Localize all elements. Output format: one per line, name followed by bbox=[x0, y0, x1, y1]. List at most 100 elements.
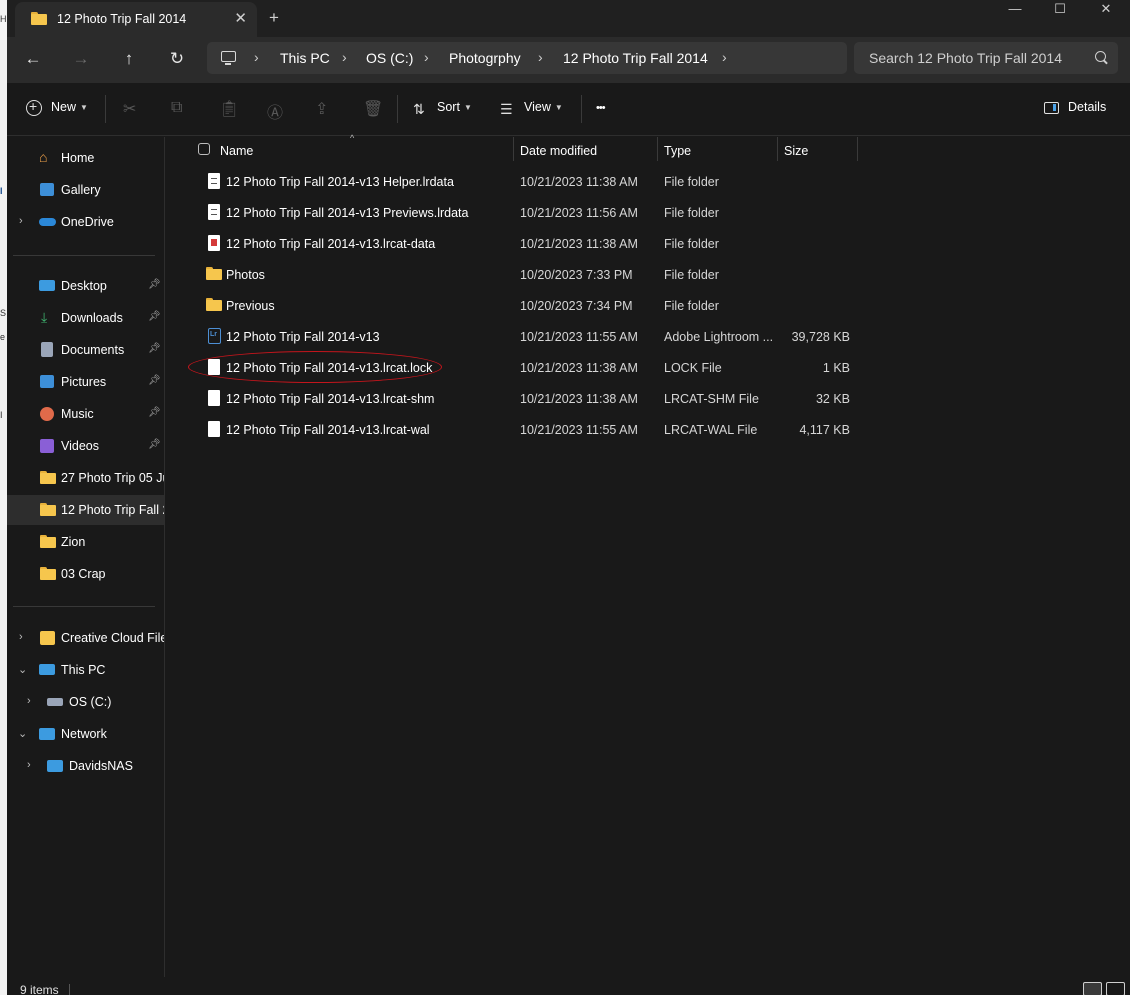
sidebar-item-nas[interactable]: › DavidsNAS bbox=[7, 751, 164, 781]
pin-icon[interactable]: 📌︎ bbox=[148, 343, 161, 354]
chevron-right-icon[interactable]: › bbox=[538, 49, 543, 65]
file-row[interactable]: 12 Photo Trip Fall 2014-v13 Helper.lrdat… bbox=[190, 166, 855, 197]
file-row[interactable]: Lr 12 Photo Trip Fall 2014-v13 10/21/202… bbox=[190, 321, 855, 352]
sidebar-item-current-folder[interactable]: 12 Photo Trip Fall 20 bbox=[7, 495, 164, 525]
view-button[interactable]: View ▼ bbox=[524, 100, 563, 114]
cut-icon[interactable]: ✂ bbox=[123, 99, 136, 119]
column-divider[interactable] bbox=[513, 137, 514, 161]
sort-button[interactable]: Sort ▼ bbox=[437, 100, 472, 114]
sort-icon: ⇅ bbox=[413, 101, 425, 117]
column-divider[interactable] bbox=[657, 137, 658, 161]
sidebar-item-downloads[interactable]: ⤓ Downloads 📌︎ bbox=[7, 303, 164, 333]
column-header-name[interactable]: Name bbox=[220, 144, 253, 158]
file-row[interactable]: Photos 10/20/2023 7:33 PM File folder bbox=[190, 259, 855, 290]
sidebar-item-label: Creative Cloud Files bbox=[61, 631, 164, 645]
file-type: File folder bbox=[664, 237, 719, 251]
chevron-down-icon[interactable]: ⌄ bbox=[18, 663, 27, 676]
new-button[interactable]: New ▼ bbox=[51, 100, 88, 114]
chevron-right-icon[interactable]: › bbox=[27, 759, 31, 771]
column-header-type[interactable]: Type bbox=[664, 144, 691, 158]
chevron-down-icon: ▼ bbox=[554, 103, 563, 113]
file-type: File folder bbox=[664, 175, 719, 189]
file-name: Previous bbox=[226, 299, 275, 313]
tiles-view-button[interactable] bbox=[1106, 982, 1125, 995]
chevron-right-icon[interactable]: › bbox=[342, 49, 347, 65]
copy-icon[interactable]: ⧉ bbox=[171, 99, 182, 117]
search-box[interactable]: Search 12 Photo Trip Fall 2014 bbox=[854, 42, 1118, 74]
column-header-size[interactable]: Size bbox=[784, 144, 808, 158]
select-all-checkbox[interactable] bbox=[198, 143, 210, 155]
drive-icon bbox=[47, 698, 63, 706]
lrdata-file-icon bbox=[208, 173, 220, 189]
file-row[interactable]: 12 Photo Trip Fall 2014-v13.lrcat-wal 10… bbox=[190, 414, 855, 445]
refresh-button[interactable]: ↻ bbox=[163, 47, 191, 71]
sidebar-item-folder[interactable]: Zion bbox=[7, 527, 164, 557]
file-row[interactable]: 12 Photo Trip Fall 2014-v13 Previews.lrd… bbox=[190, 197, 855, 228]
rename-icon[interactable]: Ⓐ bbox=[267, 99, 283, 123]
forward-button[interactable]: → bbox=[67, 47, 95, 71]
sidebar-item-documents[interactable]: Documents 📌︎ bbox=[7, 335, 164, 365]
blank-file-icon bbox=[208, 421, 220, 437]
tab-close-icon[interactable]: ✕ bbox=[234, 9, 247, 27]
delete-icon[interactable]: 🗑︎ bbox=[363, 99, 383, 119]
close-window-button[interactable]: ✕ bbox=[1083, 1, 1129, 19]
new-tab-button[interactable]: + bbox=[269, 8, 279, 28]
home-icon: ⌂ bbox=[39, 149, 48, 165]
pin-icon[interactable]: 📌︎ bbox=[148, 439, 161, 450]
chevron-right-icon[interactable]: › bbox=[424, 49, 429, 65]
paste-icon[interactable]: 📋︎ bbox=[219, 99, 239, 119]
breadcrumb-this-pc[interactable]: This PC bbox=[280, 50, 330, 66]
search-input[interactable]: Search 12 Photo Trip Fall 2014 bbox=[869, 50, 1062, 66]
file-row[interactable]: Previous 10/20/2023 7:34 PM File folder bbox=[190, 290, 855, 321]
sidebar-item-os-c[interactable]: › OS (C:) bbox=[7, 687, 164, 717]
sidebar-item-gallery[interactable]: Gallery bbox=[7, 175, 164, 205]
more-options-button[interactable]: ••• bbox=[596, 102, 606, 114]
chevron-right-icon[interactable]: › bbox=[254, 49, 259, 65]
sidebar-item-creative-cloud[interactable]: › Creative Cloud Files bbox=[7, 623, 164, 653]
sidebar-item-this-pc[interactable]: ⌄ This PC bbox=[7, 655, 164, 685]
new-icon bbox=[26, 98, 42, 116]
tab-current-folder[interactable]: 12 Photo Trip Fall 2014 ✕ bbox=[15, 2, 257, 37]
pin-icon[interactable]: 📌︎ bbox=[148, 311, 161, 322]
breadcrumb-photogrphy[interactable]: Photogrphy bbox=[449, 50, 521, 66]
column-divider[interactable] bbox=[857, 137, 858, 161]
column-divider[interactable] bbox=[777, 137, 778, 161]
file-row[interactable]: 12 Photo Trip Fall 2014-v13.lrcat-data 1… bbox=[190, 228, 855, 259]
sidebar-item-network[interactable]: ⌄ Network bbox=[7, 719, 164, 749]
view-icon: ☰ bbox=[500, 101, 513, 117]
breadcrumb-current-folder[interactable]: 12 Photo Trip Fall 2014 bbox=[563, 50, 708, 66]
chevron-right-icon[interactable]: › bbox=[722, 49, 727, 65]
file-row[interactable]: 12 Photo Trip Fall 2014-v13.lrcat-shm 10… bbox=[190, 383, 855, 414]
pin-icon[interactable]: 📌︎ bbox=[148, 407, 161, 418]
sidebar-item-music[interactable]: Music 📌︎ bbox=[7, 399, 164, 429]
sidebar-item-pictures[interactable]: Pictures 📌︎ bbox=[7, 367, 164, 397]
sidebar-item-desktop[interactable]: Desktop 📌︎ bbox=[7, 271, 164, 301]
details-pane-icon bbox=[1044, 102, 1059, 114]
breadcrumb-os-c[interactable]: OS (C:) bbox=[366, 50, 413, 66]
sidebar-item-home[interactable]: ⌂ Home bbox=[7, 143, 164, 173]
pin-icon[interactable]: 📌︎ bbox=[148, 279, 161, 290]
chevron-right-icon[interactable]: › bbox=[19, 215, 23, 227]
sidebar-item-videos[interactable]: Videos 📌︎ bbox=[7, 431, 164, 461]
maximize-button[interactable]: ☐ bbox=[1037, 1, 1083, 19]
address-bar[interactable]: › This PC › OS (C:) › Photogrphy › 12 Ph… bbox=[207, 42, 847, 74]
nas-icon bbox=[47, 760, 63, 772]
sidebar-item-folder[interactable]: 03 Crap bbox=[7, 559, 164, 589]
file-explorer-window: 12 Photo Trip Fall 2014 ✕ + — ☐ ✕ ← → ↑ … bbox=[7, 0, 1130, 995]
share-icon[interactable]: ⇪ bbox=[315, 99, 328, 119]
chevron-down-icon[interactable]: ⌄ bbox=[18, 727, 27, 740]
folder-icon bbox=[206, 298, 222, 311]
up-button[interactable]: ↑ bbox=[115, 47, 143, 71]
chevron-right-icon[interactable]: › bbox=[19, 631, 23, 643]
sidebar-item-folder[interactable]: 27 Photo Trip 05 Jul bbox=[7, 463, 164, 493]
sidebar-item-onedrive[interactable]: › OneDrive bbox=[7, 207, 164, 237]
column-header-date[interactable]: Date modified bbox=[520, 144, 597, 158]
pin-icon[interactable]: 📌︎ bbox=[148, 375, 161, 386]
minimize-button[interactable]: — bbox=[992, 1, 1038, 19]
sidebar-item-label: OneDrive bbox=[61, 215, 114, 229]
details-view-button[interactable] bbox=[1083, 982, 1102, 995]
details-button[interactable]: Details bbox=[1068, 100, 1106, 114]
file-date: 10/21/2023 11:55 AM bbox=[520, 330, 638, 344]
chevron-right-icon[interactable]: › bbox=[27, 695, 31, 707]
back-button[interactable]: ← bbox=[19, 47, 47, 71]
